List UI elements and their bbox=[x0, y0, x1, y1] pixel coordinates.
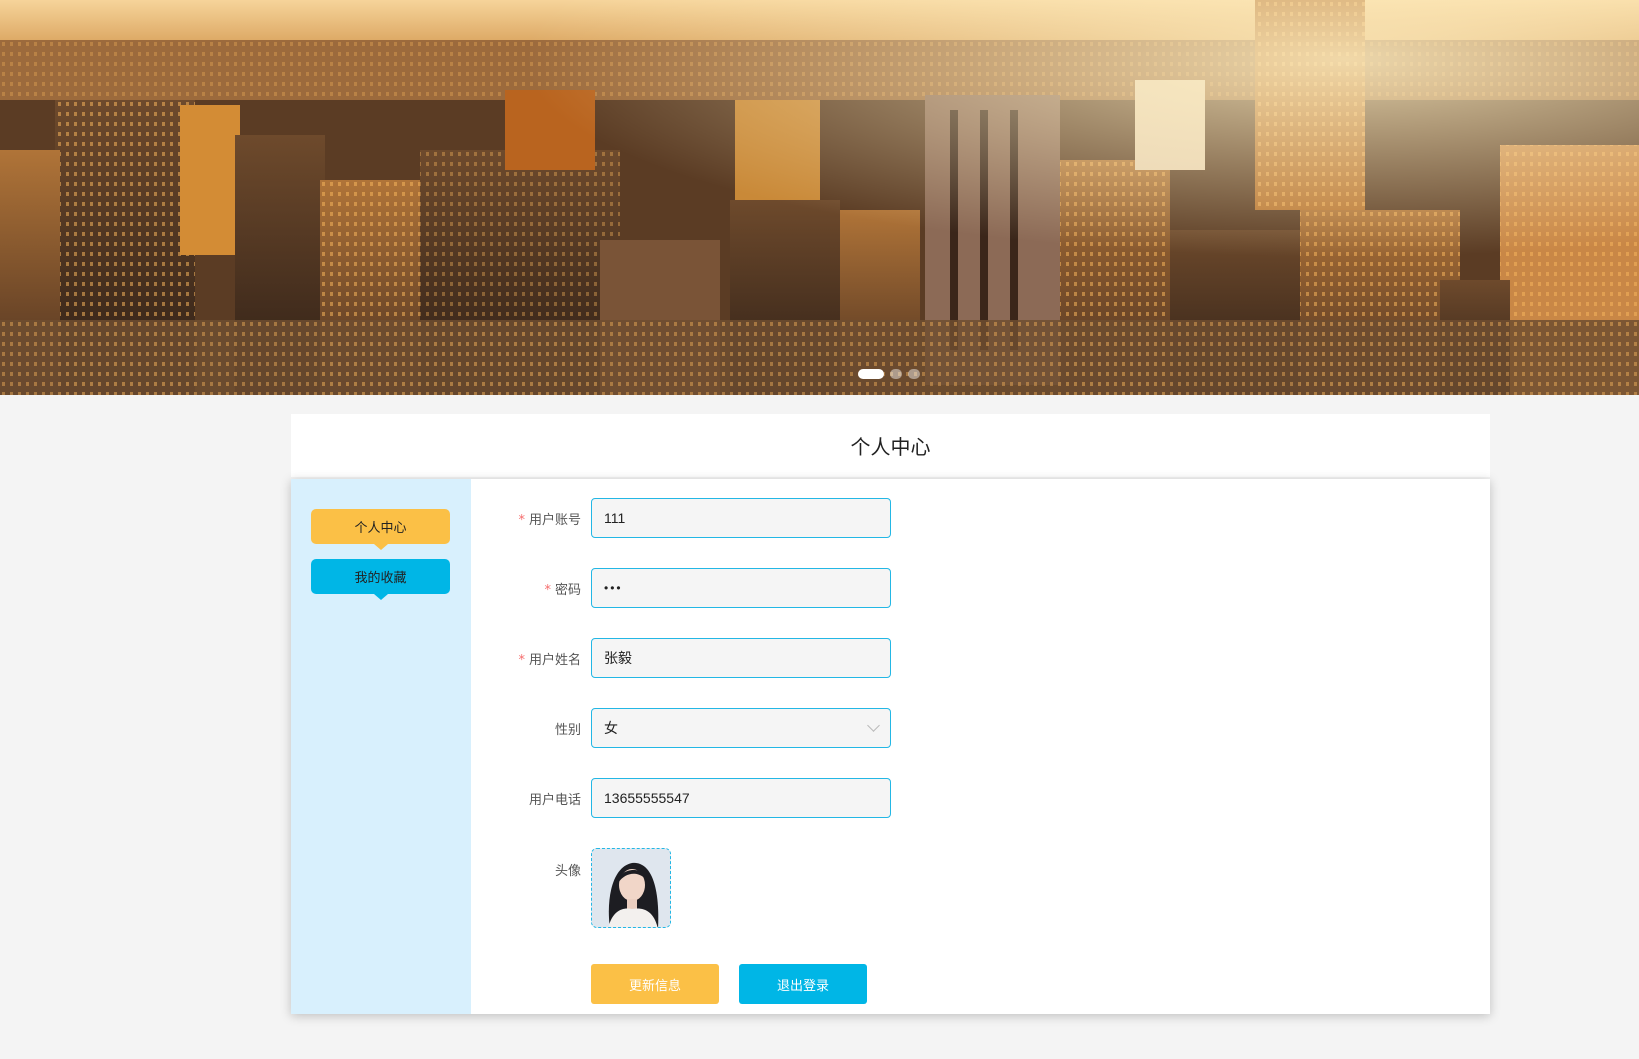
phone-label: 用户电话 bbox=[528, 792, 581, 808]
account-input[interactable]: 111 bbox=[591, 498, 891, 538]
account-label: * 用户账号 bbox=[518, 512, 581, 528]
sidebar-item-label: 我的收藏 bbox=[354, 571, 407, 586]
form-row-account: * 用户账号 111 bbox=[471, 498, 891, 538]
carousel-dot-2[interactable] bbox=[890, 369, 902, 379]
carousel-dot-3[interactable] bbox=[908, 369, 920, 379]
carousel-dot-1[interactable] bbox=[858, 369, 884, 379]
sidebar-item-favorites[interactable]: 我的收藏 bbox=[311, 559, 450, 600]
form-row-name: * 用户姓名 张毅 bbox=[471, 638, 891, 678]
form-row-phone: 用户电话 13655555547 bbox=[471, 778, 891, 818]
form-row-avatar: 头像 bbox=[471, 848, 671, 928]
city-skyline-image bbox=[0, 0, 1639, 395]
required-mark: * bbox=[518, 512, 525, 528]
required-mark: * bbox=[518, 652, 525, 668]
chevron-down-icon bbox=[867, 719, 880, 732]
logout-button[interactable]: 退出登录 bbox=[739, 964, 867, 1004]
profile-panel: 个人中心 我的收藏 * 用户账号 111 * 密码 ••• * 用户姓名 张毅 性别 … bbox=[291, 479, 1490, 1014]
name-label: * 用户姓名 bbox=[518, 652, 581, 668]
sidebar-item-label: 个人中心 bbox=[354, 521, 407, 536]
page-title: 个人中心 bbox=[850, 435, 931, 459]
sidebar: 个人中心 我的收藏 bbox=[291, 479, 471, 1014]
gender-label: 性别 bbox=[554, 722, 581, 738]
required-mark: * bbox=[544, 582, 551, 598]
update-info-button[interactable]: 更新信息 bbox=[591, 964, 719, 1004]
carousel-indicators bbox=[858, 369, 920, 379]
name-input[interactable]: 张毅 bbox=[591, 638, 891, 678]
avatar-image bbox=[592, 849, 670, 927]
avatar-label: 头像 bbox=[554, 864, 581, 879]
hero-banner bbox=[0, 0, 1639, 395]
sidebar-item-profile[interactable]: 个人中心 bbox=[311, 509, 450, 550]
form-actions: 更新信息 退出登录 bbox=[591, 964, 867, 1004]
password-label: * 密码 bbox=[544, 582, 581, 598]
profile-form: * 用户账号 111 * 密码 ••• * 用户姓名 张毅 性别 女 用户电话 136… bbox=[471, 479, 1490, 1014]
form-row-gender: 性别 女 bbox=[471, 708, 891, 748]
avatar-upload[interactable] bbox=[591, 848, 671, 928]
form-row-password: * 密码 ••• bbox=[471, 568, 891, 608]
password-input[interactable]: ••• bbox=[591, 568, 891, 608]
phone-input[interactable]: 13655555547 bbox=[591, 778, 891, 818]
gender-select[interactable]: 女 bbox=[591, 708, 891, 748]
page-title-bar: 个人中心 bbox=[291, 414, 1490, 477]
